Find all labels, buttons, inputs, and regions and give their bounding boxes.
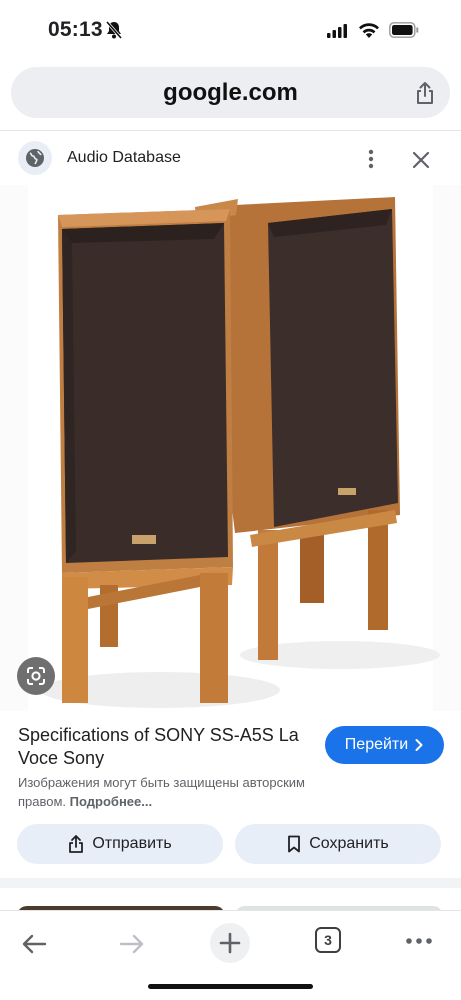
source-row: Audio Database bbox=[0, 135, 461, 181]
tabs-icon[interactable]: 3 bbox=[315, 927, 341, 953]
result-title[interactable]: Specifications of SONY SS-A5S La Voce So… bbox=[18, 724, 318, 770]
forward-arrow-icon[interactable] bbox=[115, 927, 149, 961]
share-icon[interactable] bbox=[414, 81, 436, 105]
send-button-label: Отправить bbox=[92, 835, 172, 852]
back-arrow-icon[interactable] bbox=[17, 927, 51, 961]
section-separator bbox=[0, 878, 461, 888]
bookmark-icon bbox=[288, 835, 301, 853]
globe-icon bbox=[18, 141, 52, 175]
address-bar[interactable]: google.com bbox=[11, 67, 450, 118]
go-button[interactable]: Перейти bbox=[325, 726, 444, 764]
chevron-right-icon bbox=[415, 739, 423, 751]
tab-count: 3 bbox=[324, 932, 332, 948]
go-button-label: Перейти bbox=[344, 736, 409, 753]
save-button[interactable]: Сохранить bbox=[235, 824, 441, 864]
send-button[interactable]: Отправить bbox=[17, 824, 223, 864]
send-share-icon bbox=[69, 835, 84, 853]
save-button-label: Сохранить bbox=[309, 835, 389, 852]
google-lens-icon[interactable] bbox=[17, 657, 55, 695]
status-bar: 05:13 bbox=[0, 0, 461, 60]
home-indicator bbox=[148, 984, 313, 989]
copyright-note: Изображения могут быть защищены авторски… bbox=[18, 773, 338, 811]
result-image[interactable] bbox=[0, 185, 461, 711]
bell-mute-icon bbox=[105, 21, 123, 39]
copyright-text: Изображения могут быть защищены авторски… bbox=[18, 775, 305, 809]
more-vert-icon[interactable] bbox=[360, 147, 382, 171]
url-text[interactable]: google.com bbox=[11, 79, 450, 107]
battery-icon bbox=[389, 22, 419, 38]
signal-icon bbox=[327, 24, 347, 38]
more-link[interactable]: Подробнее... bbox=[70, 794, 152, 809]
source-name[interactable]: Audio Database bbox=[67, 149, 181, 167]
close-icon[interactable] bbox=[410, 149, 432, 171]
divider bbox=[0, 130, 461, 131]
status-time: 05:13 bbox=[48, 18, 103, 41]
speaker-photo bbox=[0, 185, 461, 711]
more-horiz-icon[interactable] bbox=[406, 937, 432, 945]
plus-icon[interactable] bbox=[210, 923, 250, 963]
wifi-icon bbox=[359, 23, 379, 38]
